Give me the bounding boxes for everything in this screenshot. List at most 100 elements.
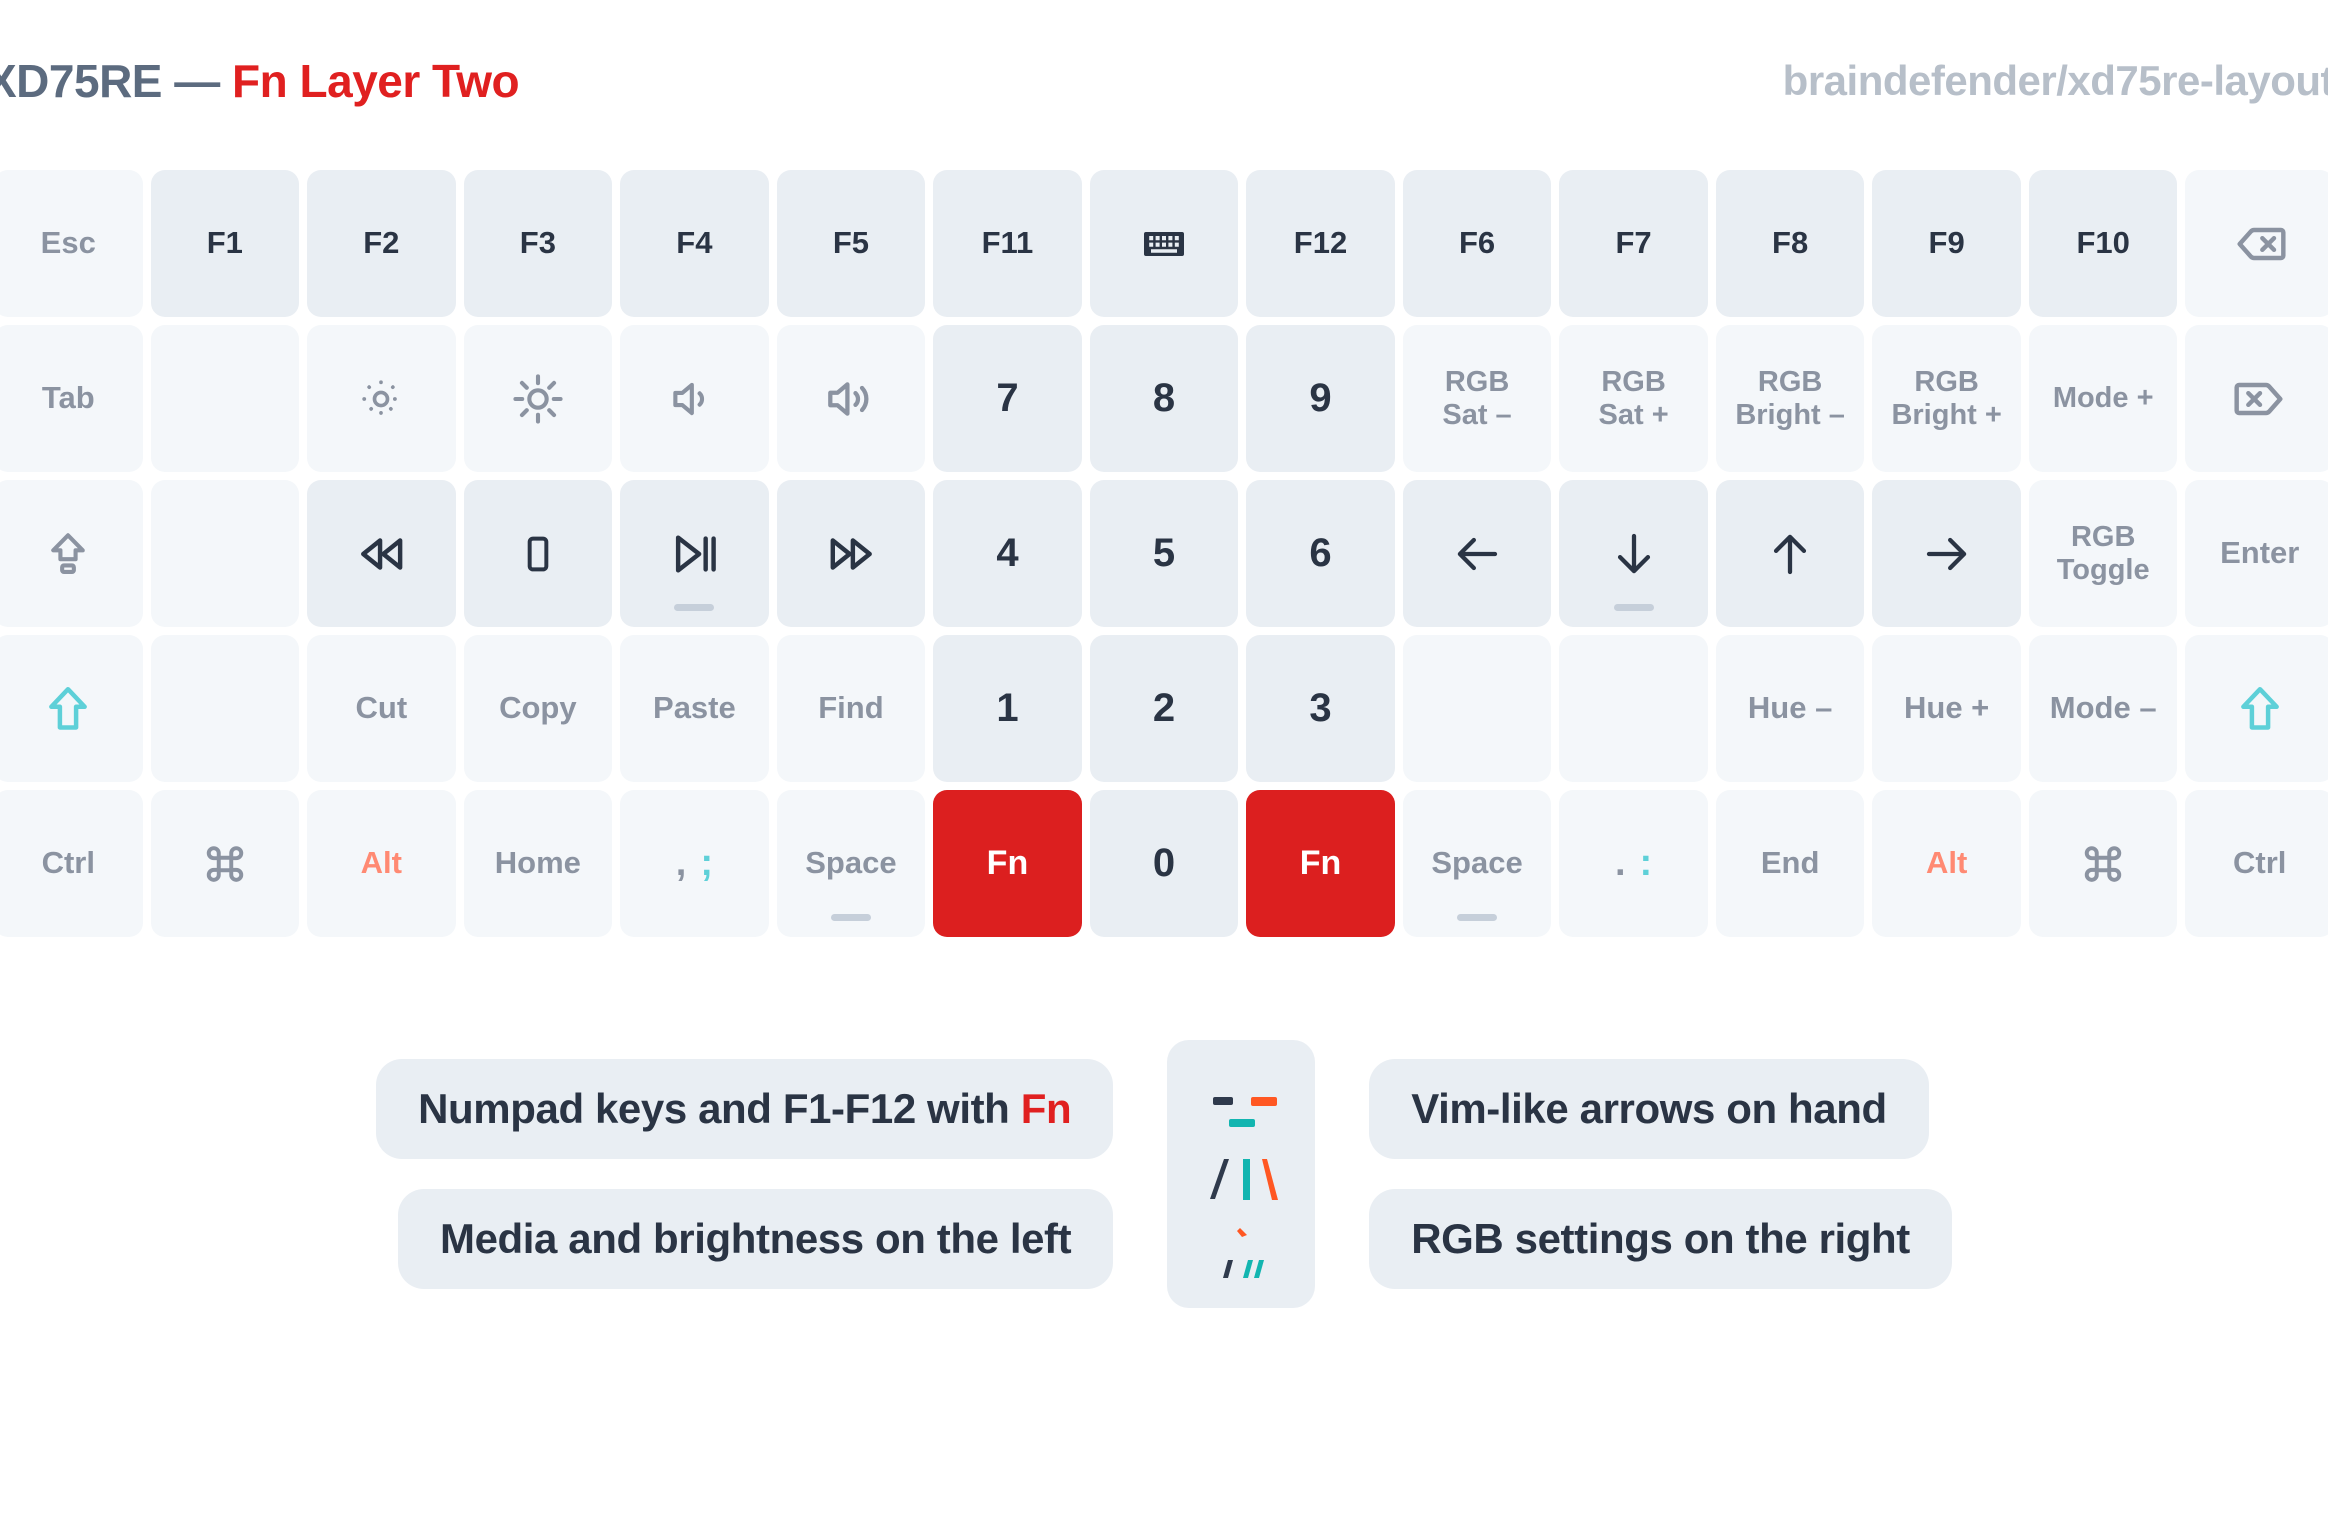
key-numpad-5-label: 5 xyxy=(1152,531,1176,576)
key-enter[interactable]: Enter xyxy=(2185,480,2328,627)
key-ctrl-right[interactable]: Ctrl xyxy=(2185,790,2328,937)
key-rgb-toggle-label: RGB Toggle xyxy=(2056,521,2150,586)
key-alt-right[interactable]: Alt xyxy=(1872,790,2021,937)
key-shift-right[interactable] xyxy=(2185,635,2328,782)
key-numpad-7[interactable]: 7 xyxy=(933,325,1082,472)
key-ctrl-right-label: Ctrl xyxy=(2233,845,2287,881)
note-badge: Media and brightness on the left xyxy=(397,1189,1114,1289)
key-period-colon-glyphs: .: xyxy=(1615,842,1652,885)
key-volume-down[interactable] xyxy=(620,325,769,472)
key-esc-label: Esc xyxy=(40,225,96,261)
key-esc[interactable]: Esc xyxy=(0,170,143,317)
key-f12-label: F12 xyxy=(1293,225,1348,261)
key-ctrl-left-label: Ctrl xyxy=(41,845,95,881)
key-f8-label: F8 xyxy=(1772,225,1809,261)
key-keyboard-toggle[interactable] xyxy=(1089,170,1239,317)
key-home[interactable]: Home xyxy=(463,790,613,937)
key-numpad-6[interactable]: 6 xyxy=(1246,480,1395,627)
key-blank-r3 xyxy=(150,480,300,627)
key-ctrl-left[interactable]: Ctrl xyxy=(0,790,143,937)
key-command-left[interactable] xyxy=(150,790,300,937)
key-media-fast-forward[interactable] xyxy=(776,480,926,627)
key-f5-label: F5 xyxy=(832,225,870,261)
key-media-stop[interactable] xyxy=(463,480,613,627)
key-media-play-pause[interactable] xyxy=(620,480,769,627)
key-f9[interactable]: F9 xyxy=(1872,170,2021,317)
key-numpad-9[interactable]: 9 xyxy=(1246,325,1395,472)
row-4: Cut Copy Paste Find 1 2 3 Hue – Hue + Mode – xyxy=(0,635,2328,782)
key-rgb-toggle[interactable]: RGB Toggle xyxy=(2028,480,2178,627)
key-numpad-8-label: 8 xyxy=(1152,376,1176,421)
key-numpad-1[interactable]: 1 xyxy=(933,635,1082,782)
key-f1[interactable]: F1 xyxy=(150,170,300,317)
key-fn-right[interactable]: Fn xyxy=(1246,790,1395,937)
key-brightness-up[interactable] xyxy=(463,325,613,472)
badge-text: RGB settings on the right xyxy=(1411,1215,1910,1262)
arrow-right-icon xyxy=(1920,527,1974,581)
key-volume-up[interactable] xyxy=(776,325,926,472)
badge-column-right: Vim-like arrows on hand RGB settings on t… xyxy=(1369,1059,1952,1289)
key-command-right[interactable] xyxy=(2028,790,2178,937)
key-arrow-left[interactable] xyxy=(1402,480,1552,627)
key-arrow-down[interactable] xyxy=(1559,480,1708,627)
key-rgb-sat-down[interactable]: RGB Sat – xyxy=(1402,325,1552,472)
key-f7[interactable]: F7 xyxy=(1559,170,1708,317)
key-rgb-sat-up[interactable]: RGB Sat + xyxy=(1559,325,1708,472)
key-rgb-mode-up-label: Mode + xyxy=(2052,382,2154,415)
key-numpad-2[interactable]: 2 xyxy=(1089,635,1239,782)
key-space-left[interactable]: Space xyxy=(776,790,926,937)
key-rgb-bright-down[interactable]: RGB Bright – xyxy=(1715,325,1865,472)
key-f3[interactable]: F3 xyxy=(463,170,613,317)
badge-column-left: Numpad keys and F1-F12 with Fn Media and … xyxy=(376,1059,1114,1289)
key-f8[interactable]: F8 xyxy=(1715,170,1865,317)
key-numpad-9-label: 9 xyxy=(1309,376,1332,421)
key-copy[interactable]: Copy xyxy=(463,635,613,782)
key-tab[interactable]: Tab xyxy=(0,325,143,472)
key-cut[interactable]: Cut xyxy=(307,635,456,782)
key-numpad-8[interactable]: 8 xyxy=(1089,325,1239,472)
key-enter-label: Enter xyxy=(2220,535,2300,571)
key-brightness-down[interactable] xyxy=(307,325,456,472)
key-capslock[interactable] xyxy=(0,480,143,627)
key-arrow-right[interactable] xyxy=(1872,480,2021,627)
key-delete[interactable] xyxy=(2185,325,2328,472)
key-f10[interactable]: F10 xyxy=(2028,170,2178,317)
key-find[interactable]: Find xyxy=(776,635,926,782)
key-fn-left-label: Fn xyxy=(986,844,1029,883)
homing-bar xyxy=(830,914,871,921)
key-rgb-mode-down[interactable]: Mode – xyxy=(2028,635,2178,782)
key-f6[interactable]: F6 xyxy=(1402,170,1552,317)
key-hue-up[interactable]: Hue + xyxy=(1872,635,2021,782)
key-numpad-3[interactable]: 3 xyxy=(1246,635,1395,782)
key-find-label: Find xyxy=(818,690,884,726)
key-shift-left[interactable] xyxy=(0,635,143,782)
key-media-rewind[interactable] xyxy=(307,480,456,627)
key-f5[interactable]: F5 xyxy=(776,170,926,317)
key-f4[interactable]: F4 xyxy=(620,170,769,317)
key-space-right[interactable]: Space xyxy=(1402,790,1552,937)
row-1: Esc F1 F2 F3 F4 F5 F11 F12 F6 F7 F8 F9 F10 xyxy=(0,170,2328,317)
key-alt-left[interactable]: Alt xyxy=(307,790,456,937)
key-f2[interactable]: F2 xyxy=(307,170,456,317)
key-arrow-up[interactable] xyxy=(1715,480,1865,627)
key-end[interactable]: End xyxy=(1715,790,1865,937)
key-f11[interactable]: F11 xyxy=(933,170,1082,317)
key-numpad-4[interactable]: 4 xyxy=(933,480,1082,627)
key-numpad-0[interactable]: 0 xyxy=(1089,790,1239,937)
key-blank-r4 xyxy=(150,635,300,782)
key-comma-semicolon[interactable]: ,; xyxy=(620,790,769,937)
key-rgb-mode-up[interactable]: Mode + xyxy=(2028,325,2178,472)
key-period-colon[interactable]: .: xyxy=(1559,790,1708,937)
key-rgb-bright-up[interactable]: RGB Bright + xyxy=(1872,325,2021,472)
key-paste[interactable]: Paste xyxy=(620,635,769,782)
keyboard-icon xyxy=(1140,220,1188,268)
key-fn-left[interactable]: Fn xyxy=(933,790,1082,937)
key-f12[interactable]: F12 xyxy=(1246,170,1395,317)
key-numpad-3-label: 3 xyxy=(1309,686,1332,731)
command-icon xyxy=(200,839,250,889)
key-hue-down[interactable]: Hue – xyxy=(1715,635,1865,782)
key-rgb-mode-down-label: Mode – xyxy=(2049,690,2157,726)
key-numpad-5[interactable]: 5 xyxy=(1089,480,1239,627)
note-badge: RGB settings on the right xyxy=(1369,1189,1952,1289)
key-backspace[interactable] xyxy=(2185,170,2328,317)
